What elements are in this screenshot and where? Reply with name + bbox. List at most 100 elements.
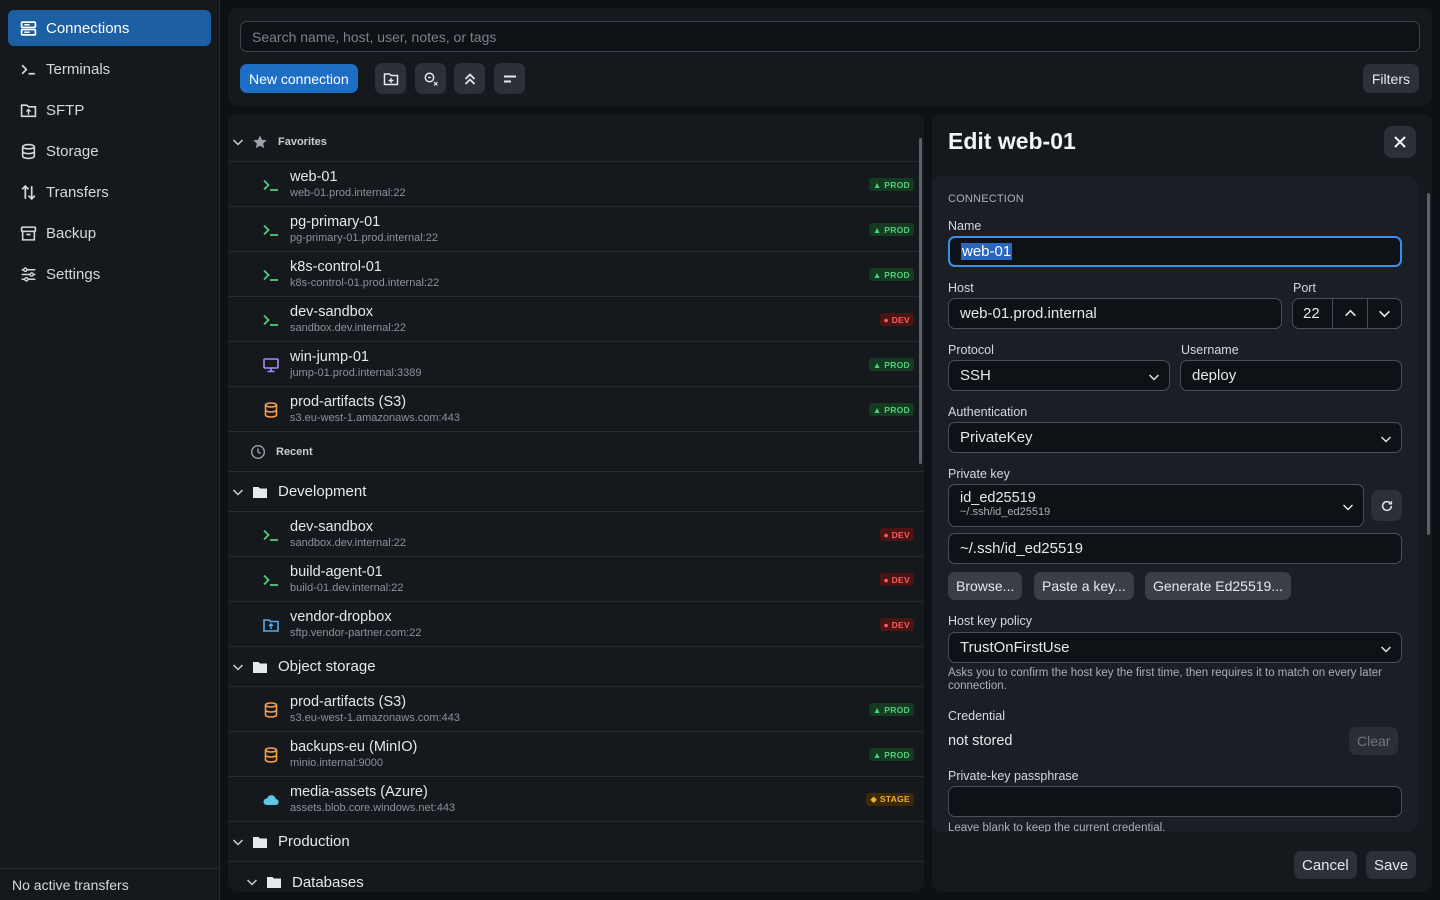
connections-icon xyxy=(20,20,37,36)
chevron-down-icon[interactable] xyxy=(232,486,244,498)
new-folder-button[interactable] xyxy=(375,63,406,94)
env-badge: ▲ PROD xyxy=(868,178,914,191)
nav-connections[interactable]: Connections xyxy=(8,10,211,46)
group-header[interactable]: Production xyxy=(228,822,924,862)
connection-row[interactable]: pg-primary-01 pg-primary-01.prod.internal… xyxy=(228,207,924,252)
connection-name: backups-eu (MinIO) xyxy=(290,739,418,755)
browse-button[interactable]: Browse... xyxy=(948,572,1023,600)
close-button[interactable] xyxy=(1384,126,1416,158)
auth-value: PrivateKey xyxy=(960,429,1033,446)
connection-name: k8s-control-01 xyxy=(290,259,382,275)
cloud-icon xyxy=(262,791,280,809)
key-name: id_ed25519 xyxy=(960,490,1036,506)
port-decrement[interactable] xyxy=(1366,299,1401,328)
connection-row[interactable]: build-agent-01 build-01.dev.internal:22 ● … xyxy=(228,557,924,602)
env-badge: ▲ PROD xyxy=(868,223,914,236)
connection-host: pg-primary-01.prod.internal:22 xyxy=(290,232,438,244)
connection-form: CONNECTION Name web-01 Host web-01.prod.… xyxy=(932,176,1418,832)
env-badge: ● DEV xyxy=(879,313,914,326)
username-field[interactable]: deploy xyxy=(1180,360,1402,391)
env-badge: ● DEV xyxy=(879,528,914,541)
filters-button[interactable]: Filters xyxy=(1362,64,1419,93)
auth-select[interactable]: PrivateKey xyxy=(948,422,1402,453)
private-key-select[interactable]: id_ed25519 ~/.ssh/id_ed25519 xyxy=(948,484,1364,527)
nav-transfers[interactable]: Transfers xyxy=(8,174,211,210)
favorites-header[interactable]: Favorites xyxy=(228,122,924,162)
protocol-select[interactable]: SSH xyxy=(948,360,1170,391)
list-scrollbar[interactable] xyxy=(919,138,922,464)
search-input[interactable] xyxy=(240,21,1420,52)
chevron-down-icon[interactable] xyxy=(232,836,244,848)
connection-host: sandbox.dev.internal:22 xyxy=(290,322,406,334)
folder-icon xyxy=(267,877,281,888)
sort-button[interactable] xyxy=(494,63,525,94)
connection-row[interactable]: dev-sandbox sandbox.dev.internal:22 ● DEV xyxy=(228,512,924,557)
monitor-icon xyxy=(262,356,280,374)
connection-row[interactable]: prod-artifacts (S3) s3.eu-west-1.amazonaw… xyxy=(228,387,924,432)
clear-search-button[interactable] xyxy=(415,63,446,94)
transfer-status: No active transfers xyxy=(0,868,219,900)
sidebar: Connections Terminals SFTP Storage Trans… xyxy=(0,0,220,900)
group-label: Databases xyxy=(292,873,364,891)
host-field[interactable]: web-01.prod.internal xyxy=(948,298,1282,329)
close-icon xyxy=(1394,136,1406,148)
cancel-button[interactable]: Cancel xyxy=(1294,851,1357,879)
hostkey-label: Host key policy xyxy=(948,614,1033,628)
chevron-down-icon xyxy=(1381,646,1391,653)
passphrase-help: Leave blank to keep the current credenti… xyxy=(948,822,1166,832)
port-stepper[interactable]: 22 xyxy=(1292,298,1402,329)
nav-backup[interactable]: Backup xyxy=(8,215,211,251)
connection-row[interactable]: dev-sandbox sandbox.dev.internal:22 ● DEV xyxy=(228,297,924,342)
connection-row[interactable]: media-assets (Azure) assets.blob.core.win… xyxy=(228,777,924,822)
new-connection-button[interactable]: New connection xyxy=(240,64,358,93)
connection-row[interactable]: win-jump-01 jump-01.prod.internal:3389 ▲ P… xyxy=(228,342,924,387)
passphrase-field[interactable] xyxy=(948,786,1402,817)
key-path-field[interactable]: ~/.ssh/id_ed25519 xyxy=(948,533,1402,564)
nav-storage[interactable]: Storage xyxy=(8,133,211,169)
clock-icon xyxy=(250,444,266,459)
connection-name: win-jump-01 xyxy=(290,349,369,365)
clear-credential-button[interactable]: Clear xyxy=(1349,727,1399,755)
connection-host: sftp.vendor-partner.com:22 xyxy=(290,627,422,639)
generate-key-button[interactable]: Generate Ed25519... xyxy=(1145,572,1291,600)
paste-key-button[interactable]: Paste a key... xyxy=(1034,572,1134,600)
hostkey-select[interactable]: TrustOnFirstUse xyxy=(948,632,1402,663)
port-increment[interactable] xyxy=(1332,299,1366,328)
nav-terminals[interactable]: Terminals xyxy=(8,51,211,87)
form-scrollbar[interactable] xyxy=(1427,193,1430,535)
group-header[interactable]: Development xyxy=(228,472,924,512)
connection-name: dev-sandbox xyxy=(290,519,374,535)
name-field[interactable]: web-01 xyxy=(948,236,1402,267)
chevron-down-icon[interactable] xyxy=(232,136,244,148)
terminal-icon xyxy=(262,571,280,589)
terminal-icon xyxy=(21,64,35,75)
search-clear-icon xyxy=(424,72,438,86)
connection-row[interactable]: backups-eu (MinIO) minio.internal:9000 ▲ P… xyxy=(228,732,924,777)
save-button[interactable]: Save xyxy=(1366,851,1417,879)
refresh-keys-button[interactable] xyxy=(1371,490,1402,521)
subgroup-header[interactable]: Databases xyxy=(228,862,924,892)
chevron-down-icon xyxy=(1381,436,1391,443)
group-header[interactable]: Object storage xyxy=(228,647,924,687)
nav-settings[interactable]: Settings xyxy=(8,256,211,292)
connection-row[interactable]: web-01 web-01.prod.internal:22 ▲ PROD xyxy=(228,162,924,207)
chevron-down-icon[interactable] xyxy=(246,876,258,888)
recent-header[interactable]: Recent xyxy=(228,432,924,472)
protocol-value: SSH xyxy=(960,367,991,384)
collapse-all-button[interactable] xyxy=(454,63,485,94)
username-label: Username xyxy=(1181,343,1239,357)
archive-icon xyxy=(20,225,37,241)
connection-row[interactable]: k8s-control-01 k8s-control-01.prod.intern… xyxy=(228,252,924,297)
connection-row[interactable]: prod-artifacts (S3) s3.eu-west-1.amazonaw… xyxy=(228,687,924,732)
connection-row[interactable]: vendor-dropbox sftp.vendor-partner.com:22… xyxy=(228,602,924,647)
connection-host: s3.eu-west-1.amazonaws.com:443 xyxy=(290,412,460,424)
connection-host: web-01.prod.internal:22 xyxy=(290,187,406,199)
connection-host: build-01.dev.internal:22 xyxy=(290,582,404,594)
chevron-down-icon xyxy=(1378,310,1390,318)
database-icon xyxy=(21,143,36,159)
chevron-down-icon[interactable] xyxy=(232,661,244,673)
transfer-arrows-icon xyxy=(21,184,36,200)
nav-sftp[interactable]: SFTP xyxy=(8,92,211,128)
connection-name: build-agent-01 xyxy=(290,564,383,580)
terminal-icon xyxy=(262,526,280,544)
